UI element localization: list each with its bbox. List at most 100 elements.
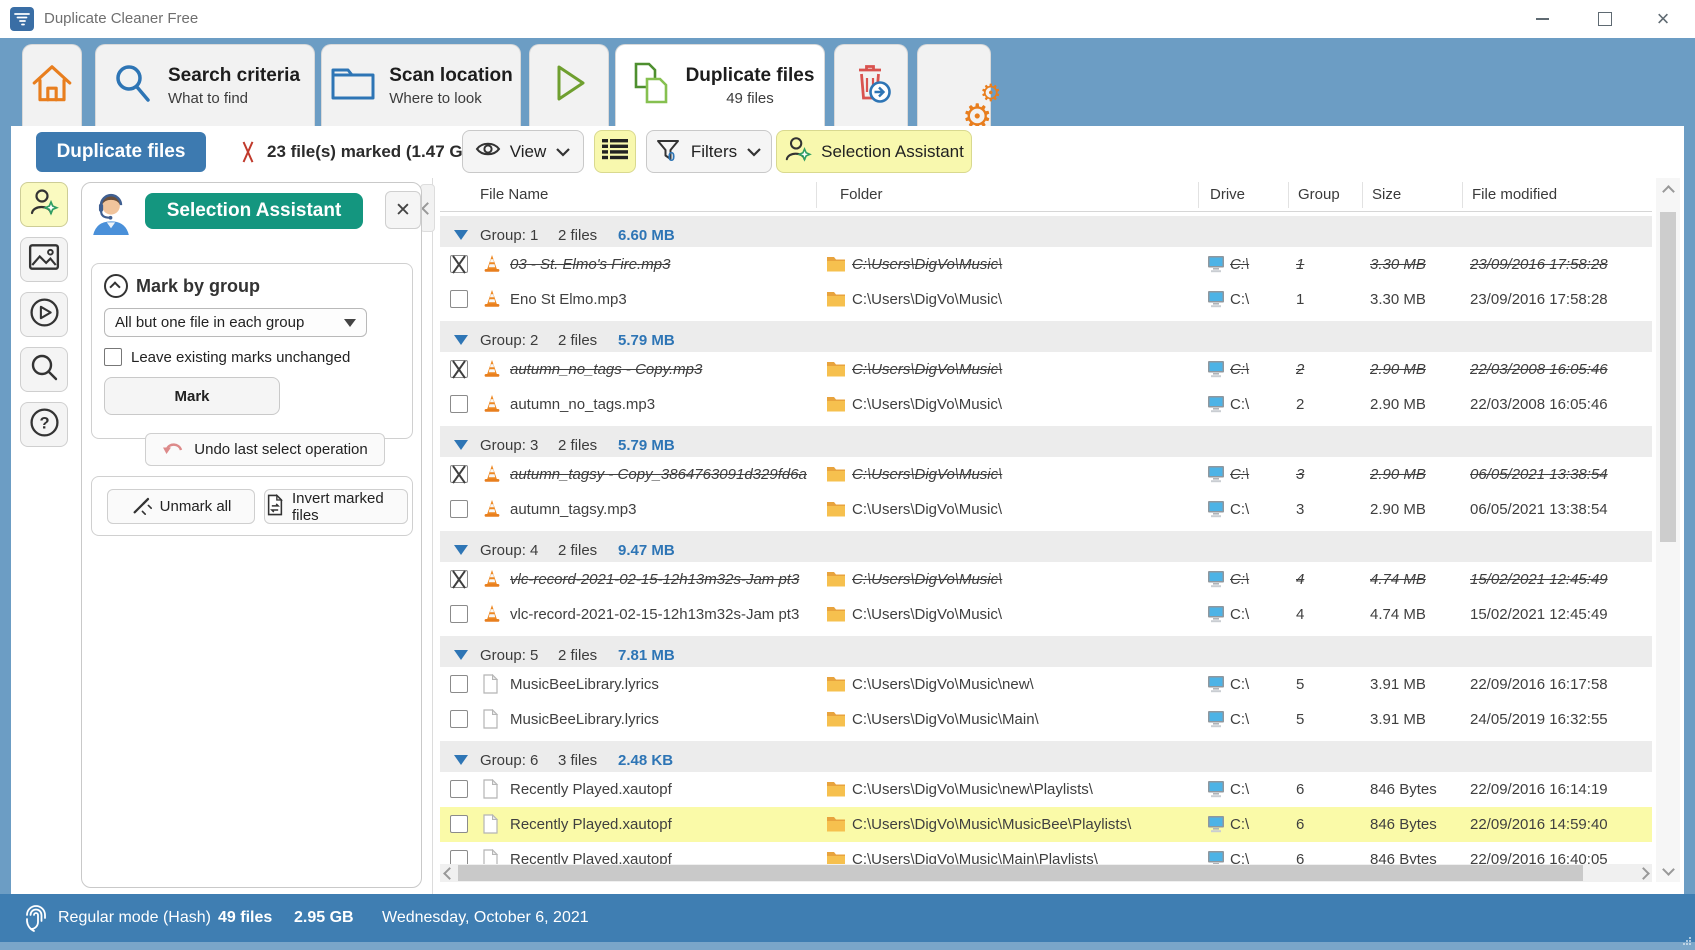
table-row[interactable]: autumn_tagsy.mp3C:\Users\DigVo\Music\C:\… (440, 492, 1652, 527)
row-checkbox[interactable] (450, 710, 468, 728)
assistant-close-button[interactable]: ✕ (385, 191, 421, 229)
group-collapse-triangle-icon[interactable] (454, 545, 468, 555)
tab-settings[interactable]: ⚙⚙ (917, 44, 991, 126)
view-button[interactable]: View (462, 130, 584, 173)
collapse-section-icon[interactable] (104, 274, 128, 298)
file-name: Eno St Elmo.mp3 (510, 291, 812, 308)
column-header-group[interactable]: Group (1298, 186, 1340, 203)
row-checkbox[interactable] (450, 290, 468, 308)
group-collapse-triangle-icon[interactable] (454, 440, 468, 450)
table-row[interactable]: Recently Played.xautopfC:\Users\DigVo\Mu… (440, 842, 1652, 864)
row-checkbox[interactable] (450, 465, 468, 483)
group-collapse-triangle-icon[interactable] (454, 755, 468, 765)
file-drive: C:\ (1230, 571, 1282, 588)
table-row[interactable]: autumn_no_tags.mp3C:\Users\DigVo\Music\C… (440, 387, 1652, 422)
magnifier-icon (29, 352, 59, 387)
table-row[interactable]: Recently Played.xautopfC:\Users\DigVo\Mu… (440, 807, 1652, 842)
row-checkbox[interactable] (450, 395, 468, 413)
row-checkbox[interactable] (450, 570, 468, 588)
collapse-panel-handle[interactable] (420, 184, 435, 232)
drive-icon (1206, 675, 1226, 693)
group-file-count: 2 files (558, 647, 597, 664)
tab-start-scan[interactable] (529, 44, 609, 126)
scroll-up-button[interactable] (1659, 182, 1677, 200)
group-collapse-triangle-icon[interactable] (454, 650, 468, 660)
file-folder: C:\Users\DigVo\Music\ (852, 501, 1192, 518)
group-header-row[interactable]: Group: 22 files5.79 MB (440, 317, 1652, 352)
file-group-number: 6 (1296, 816, 1340, 833)
sidebar-button-search-list[interactable] (20, 347, 68, 392)
row-checkbox[interactable] (450, 500, 468, 518)
group-header-row[interactable]: Group: 42 files9.47 MB (440, 527, 1652, 562)
vertical-scroll-thumb[interactable] (1660, 212, 1676, 542)
table-row[interactable]: autumn_no_tags - Copy.mp3C:\Users\DigVo\… (440, 352, 1652, 387)
row-checkbox[interactable] (450, 360, 468, 378)
resize-grip[interactable] (1682, 933, 1692, 943)
table-row[interactable]: MusicBeeLibrary.lyricsC:\Users\DigVo\Mus… (440, 667, 1652, 702)
row-checkbox[interactable] (450, 850, 468, 864)
row-checkbox[interactable] (450, 815, 468, 833)
row-checkbox[interactable] (450, 780, 468, 798)
scroll-left-button[interactable] (440, 864, 458, 882)
horizontal-scroll-thumb[interactable] (458, 865, 1583, 881)
table-row[interactable]: Recently Played.xautopfC:\Users\DigVo\Mu… (440, 772, 1652, 807)
table-row[interactable]: MusicBeeLibrary.lyricsC:\Users\DigVo\Mus… (440, 702, 1652, 737)
horizontal-scrollbar[interactable] (440, 864, 1652, 882)
table-row[interactable]: Eno St Elmo.mp3C:\Users\DigVo\Music\C:\1… (440, 282, 1652, 317)
row-checkbox[interactable] (450, 255, 468, 273)
scroll-down-button[interactable] (1659, 860, 1677, 878)
table-row[interactable]: vlc-record-2021-02-15-12h13m32s-Jam pt3C… (440, 597, 1652, 632)
tab-home[interactable] (22, 44, 82, 126)
sidebar-button-help[interactable]: ? (20, 402, 68, 447)
sidebar-button-media-preview[interactable] (20, 292, 68, 337)
table-row[interactable]: 03 - St. Elmo's Fire.mp3C:\Users\DigVo\M… (440, 247, 1652, 282)
column-header-file-modified[interactable]: File modified (1472, 186, 1557, 203)
group-header-row[interactable]: Group: 52 files7.81 MB (440, 632, 1652, 667)
tab-title: Search criteria (168, 65, 300, 87)
file-modified: 22/09/2016 16:17:58 (1470, 676, 1650, 693)
column-header-size[interactable]: Size (1372, 186, 1401, 203)
row-checkbox[interactable] (450, 675, 468, 693)
group-collapse-triangle-icon[interactable] (454, 335, 468, 345)
close-icon: ✕ (395, 199, 411, 222)
undo-select-button[interactable]: Undo last select operation (145, 433, 385, 466)
details-view-button[interactable] (594, 130, 636, 173)
file-group-number: 5 (1296, 676, 1340, 693)
group-header-row[interactable]: Group: 63 files2.48 KB (440, 737, 1652, 772)
column-header-drive[interactable]: Drive (1210, 186, 1245, 203)
column-header-folder[interactable]: Folder (840, 186, 883, 203)
tab-scan-location[interactable]: Scan locationWhere to look (321, 44, 521, 126)
secondary-toolbar: Duplicate files 23 file(s) marked (1.47 … (11, 126, 1684, 178)
group-header-row[interactable]: Group: 12 files6.60 MB (440, 212, 1652, 247)
selection-assistant-label: Selection Assistant (821, 142, 964, 162)
filters-button[interactable]: 0 Filters (646, 130, 772, 173)
status-bar: Regular mode (Hash) 49 files 2.95 GB Wed… (0, 894, 1695, 942)
group-header-row[interactable]: Group: 32 files5.79 MB (440, 422, 1652, 457)
vertical-scrollbar[interactable] (1656, 178, 1680, 882)
group-label: Group: 3 (480, 437, 538, 454)
leave-marks-checkbox[interactable] (104, 348, 122, 366)
mark-button[interactable]: Mark (104, 377, 280, 415)
column-header-file-name[interactable]: File Name (480, 186, 548, 203)
sidebar-button-selection-assistant[interactable] (20, 182, 68, 227)
maximize-button[interactable] (1580, 0, 1630, 38)
document-icon (482, 709, 502, 729)
group-collapse-triangle-icon[interactable] (454, 230, 468, 240)
file-name: Recently Played.xautopf (510, 851, 812, 864)
tab-duplicate-files[interactable]: Duplicate files49 files (615, 44, 825, 127)
unmark-all-button[interactable]: Unmark all (107, 489, 255, 524)
tab-search-criteria[interactable]: Search criteriaWhat to find (95, 44, 315, 126)
sidebar-button-image-preview[interactable] (20, 237, 68, 282)
selection-assistant-button[interactable]: Selection Assistant (776, 130, 972, 173)
tab-file-removal[interactable] (834, 44, 908, 126)
group-label: Group: 1 (480, 227, 538, 244)
table-row[interactable]: autumn_tagsy - Copy_3864763091d329fd6aC:… (440, 457, 1652, 492)
table-row[interactable]: vlc-record-2021-02-15-12h13m32s-Jam pt3C… (440, 562, 1652, 597)
row-checkbox[interactable] (450, 605, 468, 623)
close-button[interactable]: × (1638, 0, 1688, 38)
scroll-right-button[interactable] (1634, 864, 1652, 882)
minimize-button[interactable] (1517, 0, 1567, 38)
invert-marked-button[interactable]: Invert marked files (264, 489, 408, 524)
mark-rule-dropdown[interactable]: All but one file in each group (104, 308, 367, 337)
file-drive: C:\ (1230, 851, 1282, 864)
